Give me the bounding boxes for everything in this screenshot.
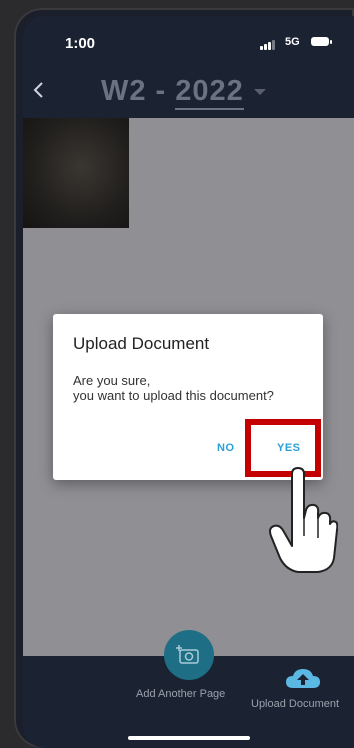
dialog-message-line: you want to upload this document? bbox=[73, 388, 274, 403]
status-bar: 1:00 5G bbox=[23, 16, 354, 66]
document-title[interactable]: W2 - 2022 bbox=[101, 75, 244, 110]
no-button[interactable]: NO bbox=[217, 442, 235, 454]
bottom-bar: Add Another Page Upload Document bbox=[23, 630, 354, 748]
page-thumbnail[interactable] bbox=[23, 118, 129, 228]
back-arrow-icon[interactable] bbox=[31, 80, 45, 100]
dialog-message-line: Are you sure, bbox=[73, 373, 151, 388]
add-page-button[interactable] bbox=[164, 630, 214, 680]
phone-frame: 1:00 5G W2 - 2022 Upload Document Are yo… bbox=[14, 8, 354, 748]
cloud-upload-icon[interactable] bbox=[284, 666, 322, 690]
dialog-message: Are you sure, you want to upload this do… bbox=[73, 373, 313, 403]
pointing-hand-icon bbox=[269, 467, 338, 573]
upload-document-label[interactable]: Upload Document bbox=[251, 698, 339, 710]
document-title-prefix: W2 - bbox=[101, 75, 176, 107]
header: W2 - 2022 bbox=[23, 66, 354, 118]
add-photo-icon bbox=[176, 645, 199, 664]
chevron-down-icon[interactable] bbox=[254, 89, 266, 95]
status-time: 1:00 bbox=[65, 35, 96, 52]
network-type: 5G bbox=[285, 36, 300, 48]
battery-icon bbox=[311, 37, 332, 46]
add-page-label: Add Another Page bbox=[136, 688, 226, 700]
home-indicator bbox=[128, 736, 250, 740]
document-year: 2022 bbox=[175, 75, 244, 110]
app-screen: 1:00 5G W2 - 2022 Upload Document Are yo… bbox=[23, 16, 354, 748]
dialog-title: Upload Document bbox=[73, 334, 210, 353]
signal-icon bbox=[260, 40, 278, 50]
